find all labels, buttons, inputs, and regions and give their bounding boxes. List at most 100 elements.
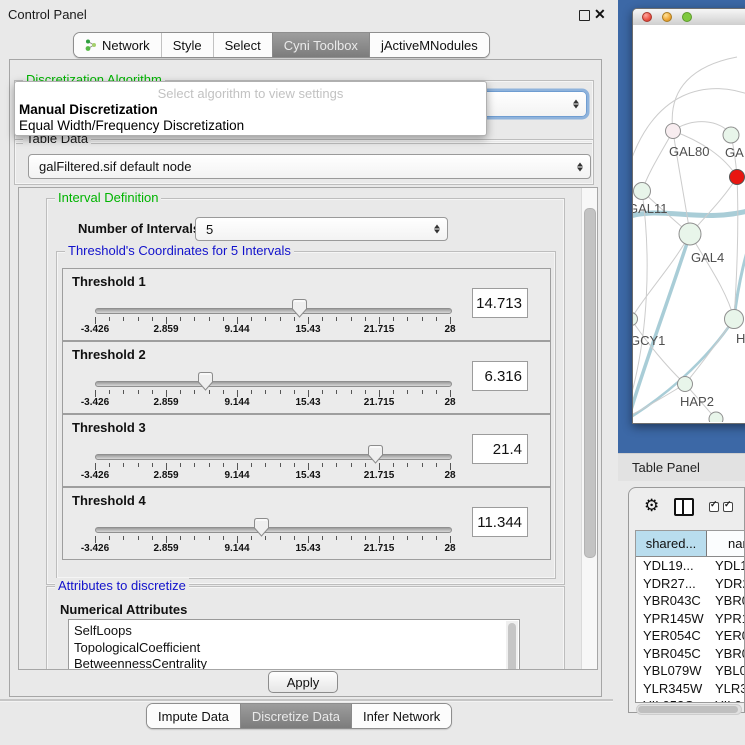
checkbox-icon[interactable]: ✓ [709, 502, 719, 512]
tab-select[interactable]: Select [213, 33, 272, 57]
slider-tick [95, 463, 96, 470]
network-window-titlebar[interactable] [633, 9, 745, 26]
network-node-label: H [736, 331, 745, 346]
gear-icon[interactable]: ⚙ [644, 496, 659, 516]
number-of-intervals-combobox[interactable]: 5 [195, 217, 448, 241]
slider-tick [450, 536, 451, 543]
attribute-list-item[interactable]: BetweennessCentrality [69, 656, 519, 670]
table-horizontal-scrollbar[interactable] [636, 704, 742, 715]
popup-item-equal-width-frequency[interactable]: Equal Width/Frequency Discretization [19, 118, 244, 133]
shared-name-cell[interactable]: YDR27... [636, 576, 707, 591]
tab-cyni-toolbox[interactable]: Cyni Toolbox [272, 33, 369, 57]
threshold-value-field[interactable] [472, 361, 528, 391]
network-edge[interactable] [690, 234, 734, 319]
network-node-ga[interactable] [723, 127, 739, 143]
shared-name-cell[interactable]: YER054C [636, 628, 707, 643]
name-cell[interactable]: YLR3 [707, 681, 744, 696]
tab-discretize-data[interactable]: Discretize Data [240, 704, 351, 728]
slider-thumb[interactable] [254, 518, 269, 542]
network-edge[interactable] [642, 131, 673, 191]
zoom-traffic-light-icon[interactable] [682, 12, 692, 22]
close-traffic-light-icon[interactable] [642, 12, 652, 22]
slider-tick [450, 317, 451, 324]
scrollbar-thumb[interactable] [638, 706, 738, 713]
network-edge[interactable] [672, 57, 737, 131]
table-row[interactable]: YBL079WYBL0 [636, 662, 744, 680]
float-icon[interactable] [579, 10, 590, 21]
name-cell[interactable]: YBR0 [707, 646, 744, 661]
slider-tick-label: 21.715 [357, 543, 401, 554]
table-row[interactable]: YBR045CYBR0 [636, 645, 744, 663]
table-row[interactable]: YDL19...YDL1 [636, 557, 744, 575]
network-node[interactable] [730, 170, 745, 185]
table-row[interactable]: YLR345WYLR3 [636, 680, 744, 698]
table-row[interactable]: YBR043CYBR0 [636, 592, 744, 610]
shared-name-cell[interactable]: YLR345W [636, 681, 707, 696]
scrollbar-thumb[interactable] [584, 208, 596, 558]
name-cell[interactable]: YDR2 [707, 576, 744, 591]
tab-infer-network[interactable]: Infer Network [351, 704, 451, 728]
slider-track[interactable] [95, 381, 452, 387]
list-scrollbar[interactable] [506, 621, 518, 670]
table-row[interactable]: YIL052CYIL0 [636, 697, 744, 703]
network-window[interactable]: GAL80GAGAL11GAL4GCY1HHAP2 [632, 8, 745, 424]
network-view-canvas[interactable]: GAL80GAGAL11GAL4GCY1HHAP2 [633, 25, 745, 422]
close-icon[interactable]: ✕ [594, 6, 606, 23]
network-edge[interactable] [633, 234, 690, 319]
popup-item-manual-discretization[interactable]: Manual Discretization [19, 102, 158, 117]
column-header-shared-name[interactable]: shared... [636, 531, 707, 556]
network-node-gal80[interactable] [666, 124, 681, 139]
slider-tick [180, 463, 181, 467]
name-cell[interactable]: YDL1 [707, 558, 744, 573]
slider-thumb[interactable] [368, 445, 383, 469]
table-row[interactable]: YPR145WYPR1 [636, 610, 744, 628]
attribute-list-item[interactable]: TopologicalCoefficient [69, 640, 519, 657]
name-cell[interactable]: YPR1 [707, 611, 744, 626]
network-edge[interactable] [734, 231, 745, 319]
network-node-h[interactable] [725, 310, 744, 329]
slider-tick [280, 390, 281, 394]
name-cell[interactable]: YBR0 [707, 593, 744, 608]
threshold-value-field[interactable] [472, 288, 528, 318]
slider-thumb[interactable] [292, 299, 307, 323]
tab-impute-data[interactable]: Impute Data [147, 704, 240, 728]
slider-tick [436, 536, 437, 540]
column-header-name[interactable]: name [707, 531, 744, 556]
settings-scrollbar[interactable] [581, 188, 597, 669]
shared-name-cell[interactable]: YBR045C [636, 646, 707, 661]
checkbox-icon[interactable]: ✓ [723, 502, 733, 512]
apply-button[interactable]: Apply [268, 671, 338, 693]
tab-network[interactable]: Network [74, 33, 161, 57]
name-cell[interactable]: YBL0 [707, 663, 744, 678]
table-row[interactable]: YDR27...YDR2 [636, 575, 744, 593]
shared-name-cell[interactable]: YPR145W [636, 611, 707, 626]
shared-name-cell[interactable]: YDL19... [636, 558, 707, 573]
slider-track[interactable] [95, 454, 452, 460]
slider-track[interactable] [95, 308, 452, 314]
name-cell[interactable]: YIL0 [707, 698, 744, 703]
network-node-gal11[interactable] [634, 183, 651, 200]
slider-track[interactable] [95, 527, 452, 533]
slider-tick [436, 463, 437, 467]
threshold-value-field[interactable] [472, 507, 528, 537]
shared-name-cell[interactable]: YIL052C [636, 698, 707, 703]
name-cell[interactable]: YER0 [707, 628, 744, 643]
shared-name-cell[interactable]: YBR043C [636, 593, 707, 608]
shared-name-cell[interactable]: YBL079W [636, 663, 707, 678]
table-row[interactable]: YER054CYER0 [636, 627, 744, 645]
minimize-traffic-light-icon[interactable] [662, 12, 672, 22]
network-node-gal4[interactable] [679, 223, 701, 245]
tab-style[interactable]: Style [161, 33, 213, 57]
network-node-gcy1[interactable] [633, 313, 638, 326]
network-node[interactable] [709, 412, 723, 422]
split-view-icon[interactable] [674, 498, 694, 516]
network-edge[interactable] [673, 122, 731, 135]
numerical-attributes-list[interactable]: SelfLoopsTopologicalCoefficientBetweenne… [68, 619, 520, 670]
slider-thumb[interactable] [198, 372, 213, 396]
network-edge[interactable] [633, 384, 685, 415]
threshold-value-field[interactable] [472, 434, 528, 464]
table-data-combobox[interactable]: galFiltered.sif default node [28, 154, 591, 179]
attribute-list-item[interactable]: SelfLoops [69, 623, 519, 640]
network-node-hap2[interactable] [678, 377, 693, 392]
tab-jactivemnodules[interactable]: jActiveMNodules [369, 33, 489, 57]
